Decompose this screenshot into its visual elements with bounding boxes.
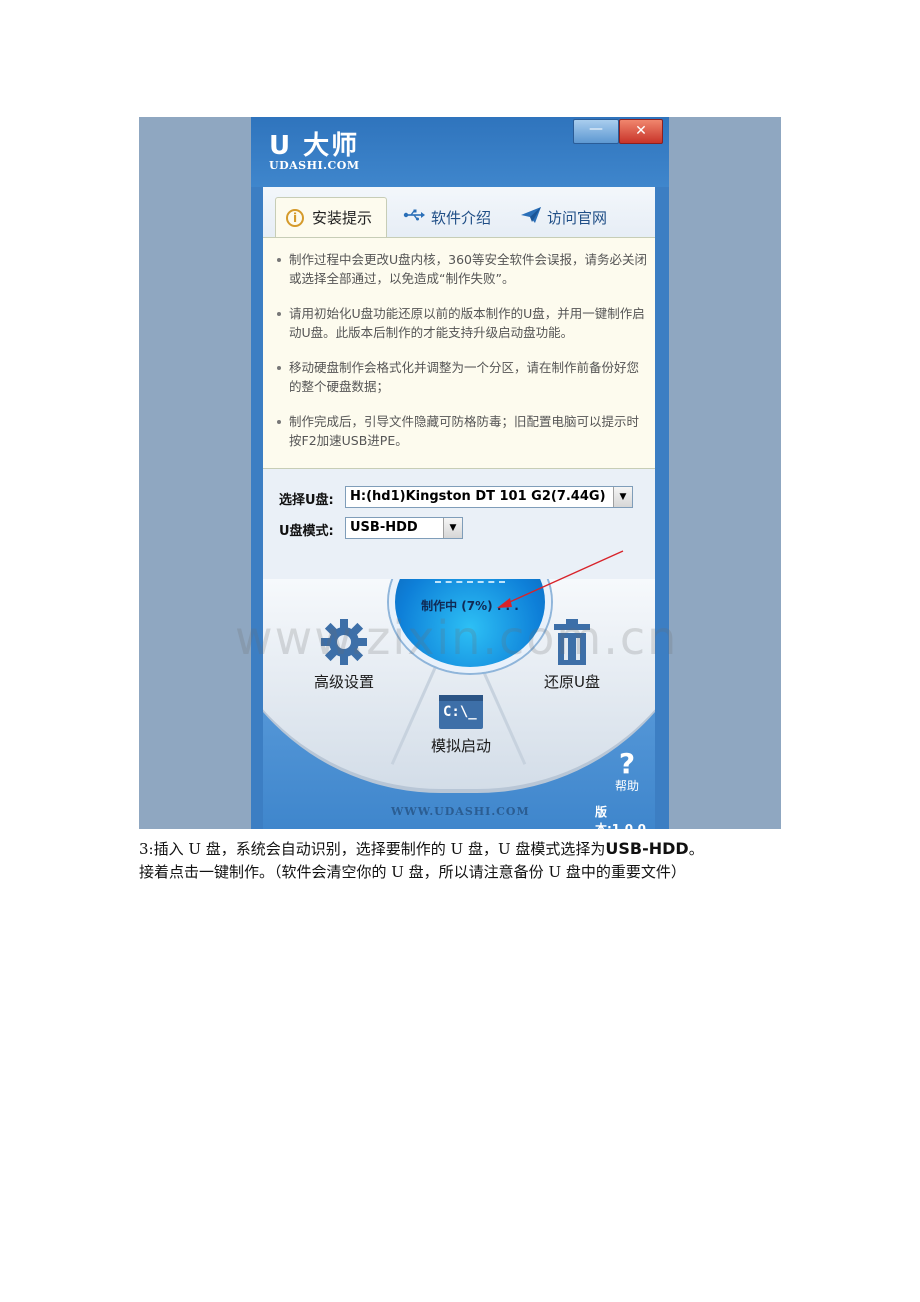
watermark: www.zixin.com.cn	[235, 611, 679, 665]
caption-text: 3:插入 U 盘，系统会自动识别，选择要制作的 U 盘，U 盘模式选择为	[139, 840, 606, 858]
udashi-window: U 大师 UDASHI.COM — ✕ i 安装提示 软件介绍 访问官网 制作过…	[251, 117, 669, 829]
caption-bold: USB-HDD	[605, 839, 689, 858]
screenshot: U 大师 UDASHI.COM — ✕ i 安装提示 软件介绍 访问官网 制作过…	[139, 117, 781, 829]
red-arrow-annotation	[497, 550, 624, 608]
caption-line-1: 3:插入 U 盘，系统会自动识别，选择要制作的 U 盘，U 盘模式选择为USB-…	[139, 838, 704, 859]
caption-line-2: 接着点击一键制作。（软件会清空你的 U 盘，所以请注意备份 U 盘中的重要文件）	[139, 863, 686, 881]
caption-text: 。	[688, 840, 704, 858]
